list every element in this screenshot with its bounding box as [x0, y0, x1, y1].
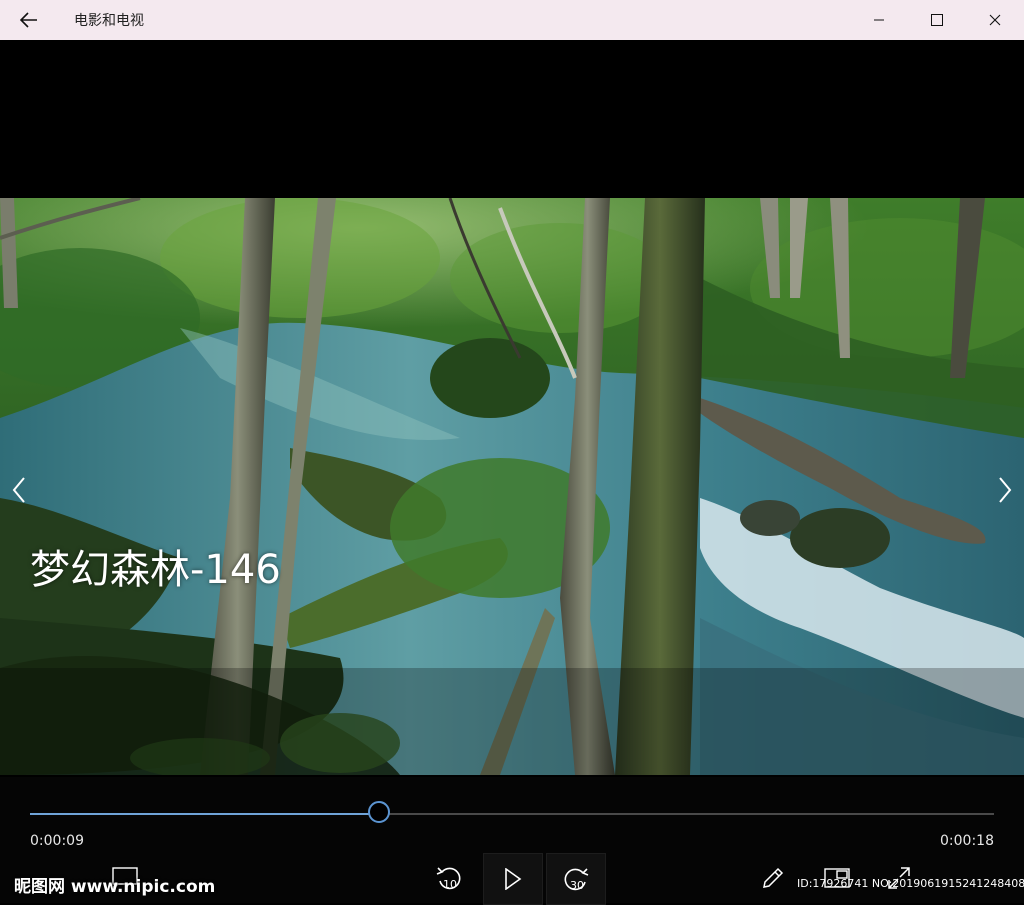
watermark-left: 昵图网 www.nipic.com: [14, 877, 216, 897]
watermark-right: ID:17926741 NO:20190619152412484082: [797, 877, 1024, 890]
seek-bar-thumb[interactable]: [367, 801, 390, 823]
pencil-icon: [763, 867, 784, 888]
skip-back-seconds: 10: [443, 877, 457, 891]
elapsed-time: 0:00:09: [30, 833, 84, 849]
play-icon: [505, 868, 522, 890]
maximize-icon: [931, 14, 943, 26]
chevron-right-icon: [999, 477, 1012, 503]
video-area[interactable]: 梦幻森林-146: [0, 40, 1024, 777]
next-button[interactable]: [990, 470, 1020, 510]
skip-back-button[interactable]: 10: [420, 853, 478, 903]
back-arrow-icon: [20, 12, 37, 28]
back-button[interactable]: [0, 0, 58, 40]
app-title: 电影和电视: [74, 13, 144, 29]
minimize-button[interactable]: [850, 0, 908, 40]
video-frame[interactable]: [0, 198, 1024, 775]
title-bar: 电影和电视: [0, 0, 1024, 40]
minimize-icon: [874, 19, 884, 21]
play-button[interactable]: [483, 853, 543, 905]
skip-forward-seconds: 30: [570, 878, 584, 892]
total-time: 0:00:18: [940, 833, 994, 849]
close-button[interactable]: [966, 0, 1024, 40]
skip-forward-button[interactable]: 30: [546, 853, 606, 905]
video-caption: 梦幻森林-146: [30, 547, 281, 593]
seek-bar-progress: [30, 813, 379, 815]
chevron-left-icon: [12, 477, 25, 503]
maximize-button[interactable]: [908, 0, 966, 40]
seek-bar[interactable]: [30, 801, 994, 823]
forest-scene-image: [0, 198, 1024, 775]
previous-button[interactable]: [4, 470, 34, 510]
close-icon: [989, 14, 1001, 26]
edit-button[interactable]: [744, 853, 802, 903]
window-controls: [850, 0, 1024, 40]
